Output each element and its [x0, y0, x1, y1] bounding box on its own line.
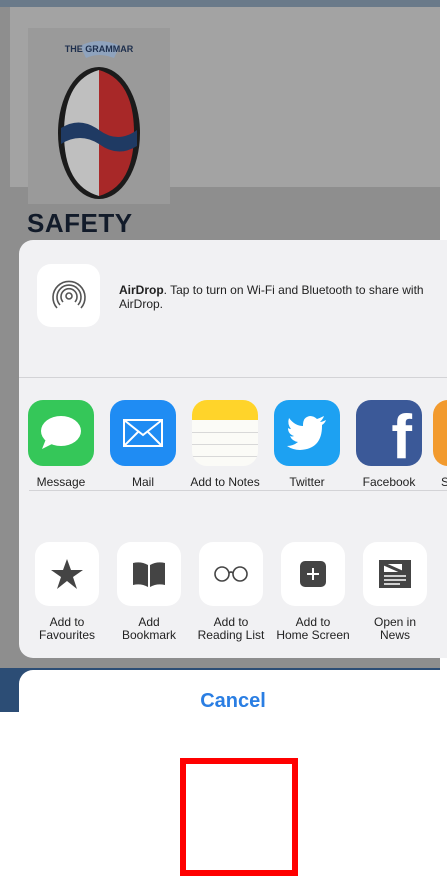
action-add-bookmark[interactable]: Add Bookmark [109, 542, 189, 642]
app-label: Message [36, 475, 86, 489]
action-add-to-reading-list[interactable]: Add to Reading List [191, 542, 271, 642]
action-add-to-favourites[interactable]: Add to Favourites [27, 542, 107, 642]
twitter-icon[interactable] [274, 400, 340, 466]
airdrop-icon[interactable] [37, 264, 100, 327]
cancel-button[interactable]: Cancel [19, 670, 447, 732]
share-sheet: AirDrop. Tap to turn on Wi-Fi and Blueto… [19, 240, 447, 658]
app-label: S [441, 475, 447, 489]
star-icon[interactable] [35, 542, 99, 606]
notes-icon[interactable] [192, 400, 258, 466]
airdrop-title: AirDrop [119, 283, 164, 297]
airdrop-description: . Tap to turn on Wi-Fi and Bluetooth to … [119, 283, 424, 311]
share-app-mail[interactable]: Mail [103, 400, 183, 489]
share-app-notes[interactable]: Add to Notes [185, 400, 265, 489]
mail-icon[interactable] [110, 400, 176, 466]
app-label: Add to Notes [190, 475, 260, 489]
app-label: Twitter [289, 475, 325, 489]
action-label: Add to Home Screen [276, 615, 350, 642]
facebook-icon[interactable]: f [356, 400, 422, 466]
divider [29, 490, 447, 491]
action-open-in-news[interactable]: Open in News [355, 542, 435, 642]
airdrop-message: AirDrop. Tap to turn on Wi-Fi and Blueto… [119, 283, 429, 311]
app-label: Mail [131, 475, 154, 489]
glasses-icon[interactable] [199, 542, 263, 606]
action-add-to-home-screen[interactable]: Add to Home Screen [273, 542, 353, 642]
share-app-partial[interactable]: S [433, 400, 447, 489]
airdrop-section[interactable]: AirDrop. Tap to turn on Wi-Fi and Blueto… [19, 240, 447, 377]
share-app-twitter[interactable]: Twitter [267, 400, 347, 489]
plus-square-icon[interactable] [281, 542, 345, 606]
page-heading: SAFETY [27, 208, 133, 238]
divider [19, 377, 447, 378]
share-app-facebook[interactable]: f Facebook [349, 400, 429, 489]
logo-text: THE GRAMMAR [65, 44, 134, 54]
partial-app-icon[interactable] [433, 400, 447, 466]
top-bar [0, 0, 440, 7]
news-icon[interactable] [363, 542, 427, 606]
school-logo: THE GRAMMAR [28, 28, 170, 204]
action-label: Add Bookmark [121, 615, 177, 642]
action-label: Open in News [373, 615, 417, 642]
action-label: Add to Favourites [38, 615, 96, 642]
action-label: Add to Reading List [197, 615, 265, 642]
shield-crest-icon: THE GRAMMAR [58, 41, 140, 199]
book-icon[interactable] [117, 542, 181, 606]
message-icon[interactable] [28, 400, 94, 466]
share-app-message[interactable]: Message [21, 400, 101, 489]
app-label: Facebook [362, 475, 416, 489]
highlight-box [180, 758, 298, 876]
